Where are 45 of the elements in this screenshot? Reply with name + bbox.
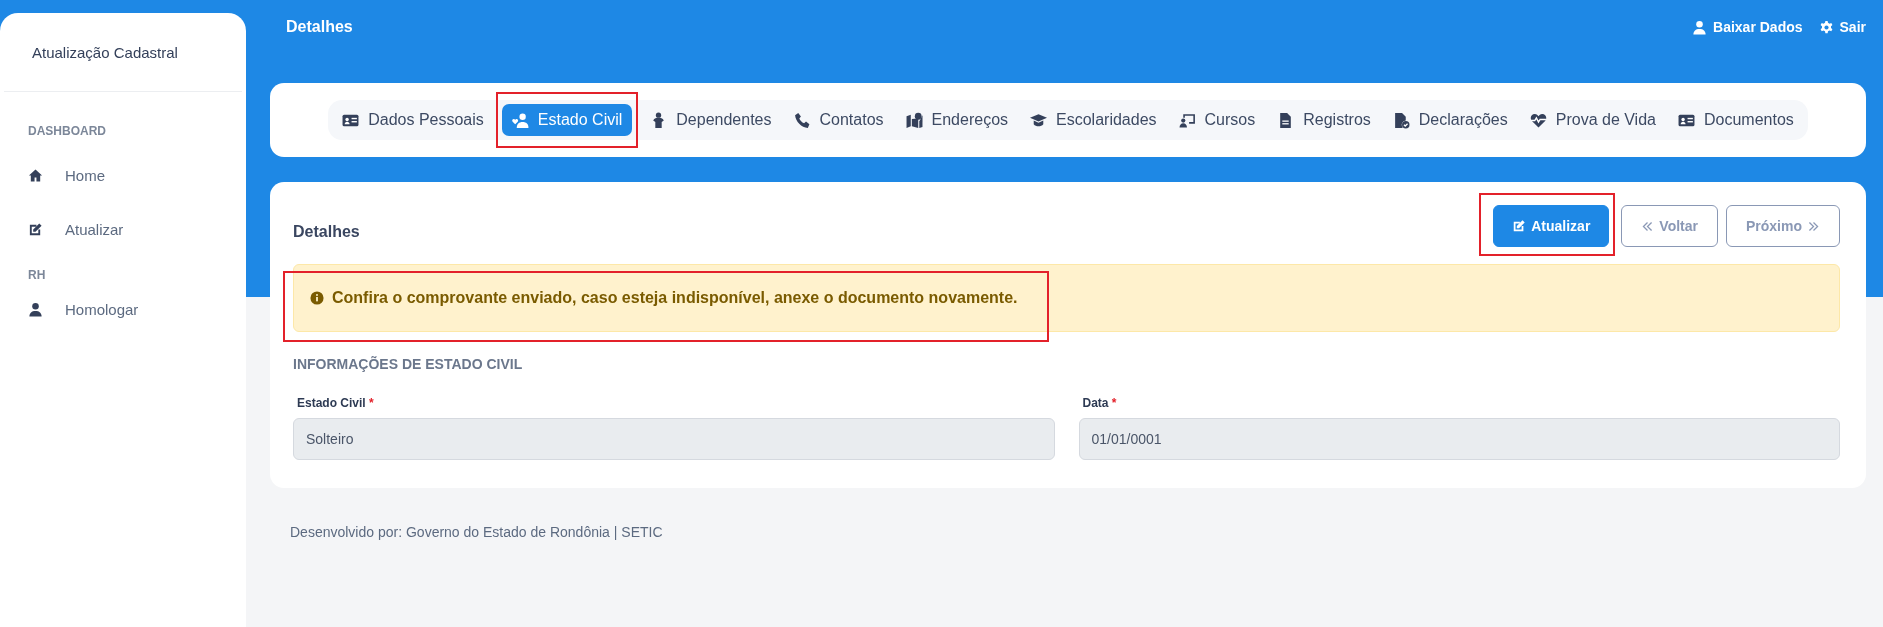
- alert-text: Confira o comprovante enviado, caso esteja indisponível, anexe o documento novamente.: [332, 289, 1018, 307]
- nav-link[interactable]: Home: [65, 166, 105, 184]
- app-title: Atualização Cadastral: [31, 43, 178, 61]
- tab[interactable]: Dependentes: [640, 104, 782, 136]
- card-title: Detalhes: [293, 223, 361, 241]
- field-label: Data *: [1082, 396, 1118, 410]
- tab[interactable]: Cursos: [1168, 104, 1266, 136]
- tab[interactable]: Contatos: [783, 104, 894, 136]
- section-title: INFORMAÇÕES DE ESTADO CIVIL: [293, 356, 524, 372]
- tab[interactable]: Declarações: [1382, 104, 1518, 136]
- phone-icon: [793, 111, 811, 129]
- tab[interactable]: Escolaridades: [1020, 104, 1167, 136]
- graduation-cap-icon: [1030, 111, 1048, 129]
- nav-link[interactable]: Atualizar: [65, 220, 124, 238]
- info-icon: [310, 291, 324, 305]
- nav-link[interactable]: Homologar: [65, 300, 139, 318]
- user-icon: [28, 301, 43, 317]
- home-icon: [28, 167, 43, 183]
- edit-icon: [28, 221, 43, 237]
- double-chevron-left-icon: [1641, 219, 1655, 233]
- edit-icon: [1512, 219, 1527, 233]
- header-link[interactable]: Sair: [1839, 19, 1866, 35]
- gear-icon: [1818, 19, 1834, 35]
- page-title: Detalhes: [286, 18, 354, 36]
- tab[interactable]: Documentos: [1667, 104, 1804, 136]
- tab[interactable]: Endereços: [895, 104, 1019, 136]
- section-heading: DASHBOARD: [27, 123, 107, 138]
- tab[interactable]: Dados Pessoais: [332, 104, 494, 136]
- section-heading: RH: [27, 267, 47, 282]
- footer-text: Desenvolvido por: Governo do Estado de Rondônia | SETIC: [290, 524, 664, 540]
- tab[interactable]: Prova de Vida: [1519, 104, 1666, 136]
- input-field[interactable]: Solteiro: [293, 418, 1055, 460]
- file-check-icon: [1392, 111, 1410, 129]
- double-chevron-right-icon: [1807, 219, 1820, 233]
- action-button[interactable]: Atualizar: [1493, 205, 1610, 247]
- header-link[interactable]: Baixar Dados: [1713, 19, 1803, 35]
- tab[interactable]: Registros: [1267, 104, 1381, 136]
- input-field[interactable]: 01/01/0001: [1078, 418, 1840, 460]
- user-icon: [1692, 19, 1708, 35]
- tab[interactable]: Estado Civil: [501, 104, 633, 136]
- map-pin-icon: [905, 111, 923, 129]
- people-heart-icon: [511, 111, 529, 129]
- teacher-board-icon: [1178, 111, 1196, 129]
- heartbeat-icon: [1529, 111, 1547, 129]
- field-label: Estado Civil *: [297, 396, 375, 410]
